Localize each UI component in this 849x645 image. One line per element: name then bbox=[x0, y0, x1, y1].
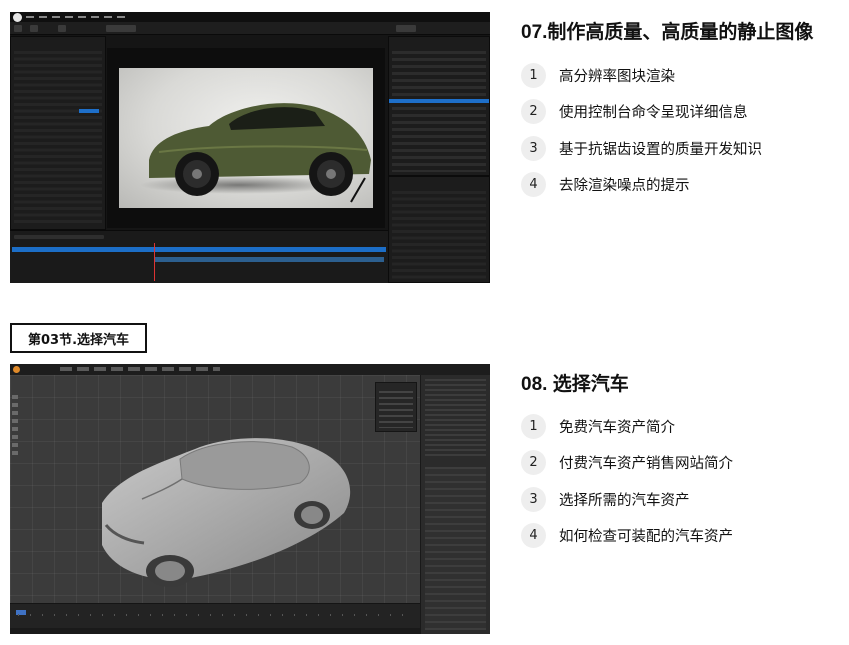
sequencer-toolbar bbox=[14, 235, 104, 239]
item-text: 付费汽车资产销售网站简介 bbox=[559, 456, 733, 473]
selected-track[interactable] bbox=[12, 247, 386, 252]
status-bar bbox=[10, 628, 420, 634]
item-number: 3 bbox=[521, 486, 546, 512]
list-item: 1 高分辨率图块渲染 bbox=[521, 57, 762, 94]
blender-logo-icon bbox=[13, 366, 20, 373]
blender-top-bar bbox=[10, 364, 490, 375]
play-controls[interactable] bbox=[106, 25, 136, 32]
mode-icon[interactable] bbox=[58, 25, 66, 32]
item-number: 1 bbox=[521, 413, 546, 439]
blender-timeline[interactable] bbox=[10, 603, 420, 634]
outliner-rows bbox=[392, 51, 486, 172]
content-icon[interactable] bbox=[30, 25, 38, 32]
section-badge: 第03节.选择汽车 bbox=[10, 323, 148, 353]
details-panel bbox=[10, 36, 106, 230]
save-icon[interactable] bbox=[14, 25, 22, 32]
section-08-title: 08. 选择汽车 bbox=[521, 374, 629, 395]
list-item: 2 付费汽车资产销售网站简介 bbox=[521, 445, 733, 482]
selected-tab[interactable] bbox=[79, 109, 99, 113]
gray-sedan-model bbox=[102, 438, 351, 587]
item-number: 4 bbox=[521, 172, 546, 198]
item-number: 4 bbox=[521, 523, 546, 549]
item-number: 2 bbox=[521, 99, 546, 125]
green-sports-car bbox=[149, 103, 371, 203]
item-text: 如何检查可装配的汽车资产 bbox=[559, 529, 733, 546]
properties-rows bbox=[392, 191, 486, 279]
item-text: 使用控制台命令呈现详细信息 bbox=[559, 105, 748, 122]
menu-items bbox=[26, 16, 126, 18]
section-07-list: 1 高分辨率图块渲染 2 使用控制台命令呈现详细信息 3 基于抗锯齿设置的质量开发知识… bbox=[521, 57, 762, 203]
list-item: 1 免费汽车资产简介 bbox=[521, 408, 733, 445]
item-text: 基于抗锯齿设置的质量开发知识 bbox=[559, 141, 762, 158]
item-number: 3 bbox=[521, 135, 546, 161]
frame-ruler bbox=[18, 614, 412, 616]
list-item: 3 选择所需的汽车资产 bbox=[521, 481, 733, 518]
list-item: 2 使用控制台命令呈现详细信息 bbox=[521, 94, 762, 131]
camera-track[interactable] bbox=[155, 257, 384, 262]
list-item: 4 去除渲染噪点的提示 bbox=[521, 167, 762, 204]
item-text: 免费汽车资产简介 bbox=[559, 419, 675, 436]
outliner-selected-row[interactable] bbox=[389, 99, 489, 103]
item-number: 2 bbox=[521, 450, 546, 476]
level-viewport[interactable] bbox=[107, 48, 385, 228]
list-item: 4 如何检查可装配的汽车资产 bbox=[521, 518, 733, 555]
settings-icon[interactable] bbox=[396, 25, 416, 32]
item-number: 1 bbox=[521, 62, 546, 88]
blender-screenshot bbox=[10, 364, 490, 634]
outliner-rows bbox=[425, 379, 486, 459]
section-07-title: 07.制作高质量、高质量的静止图像 bbox=[521, 22, 814, 43]
studio-backdrop bbox=[119, 68, 373, 208]
properties-rows bbox=[425, 467, 486, 630]
unreal-editor-screenshot bbox=[10, 12, 490, 283]
playhead[interactable] bbox=[154, 243, 155, 281]
item-text: 选择所需的汽车资产 bbox=[559, 492, 690, 509]
outliner-properties-panel bbox=[420, 375, 490, 634]
list-item: 3 基于抗锯齿设置的质量开发知识 bbox=[521, 130, 762, 167]
properties-panel bbox=[388, 176, 490, 283]
workspace-tabs[interactable] bbox=[60, 367, 220, 371]
item-text: 高分辨率图块渲染 bbox=[559, 68, 675, 85]
main-toolbar bbox=[10, 22, 490, 35]
section-08-list: 1 免费汽车资产简介 2 付费汽车资产销售网站简介 3 选择所需的汽车资产 4 如何检查… bbox=[521, 408, 733, 554]
details-rows bbox=[14, 51, 102, 226]
outliner-panel bbox=[388, 36, 490, 176]
3d-viewport[interactable] bbox=[10, 375, 420, 603]
unreal-logo-icon bbox=[13, 13, 22, 22]
sequencer-timeline[interactable] bbox=[10, 230, 388, 283]
menu-bar bbox=[10, 12, 490, 22]
item-text: 去除渲染噪点的提示 bbox=[559, 178, 690, 195]
